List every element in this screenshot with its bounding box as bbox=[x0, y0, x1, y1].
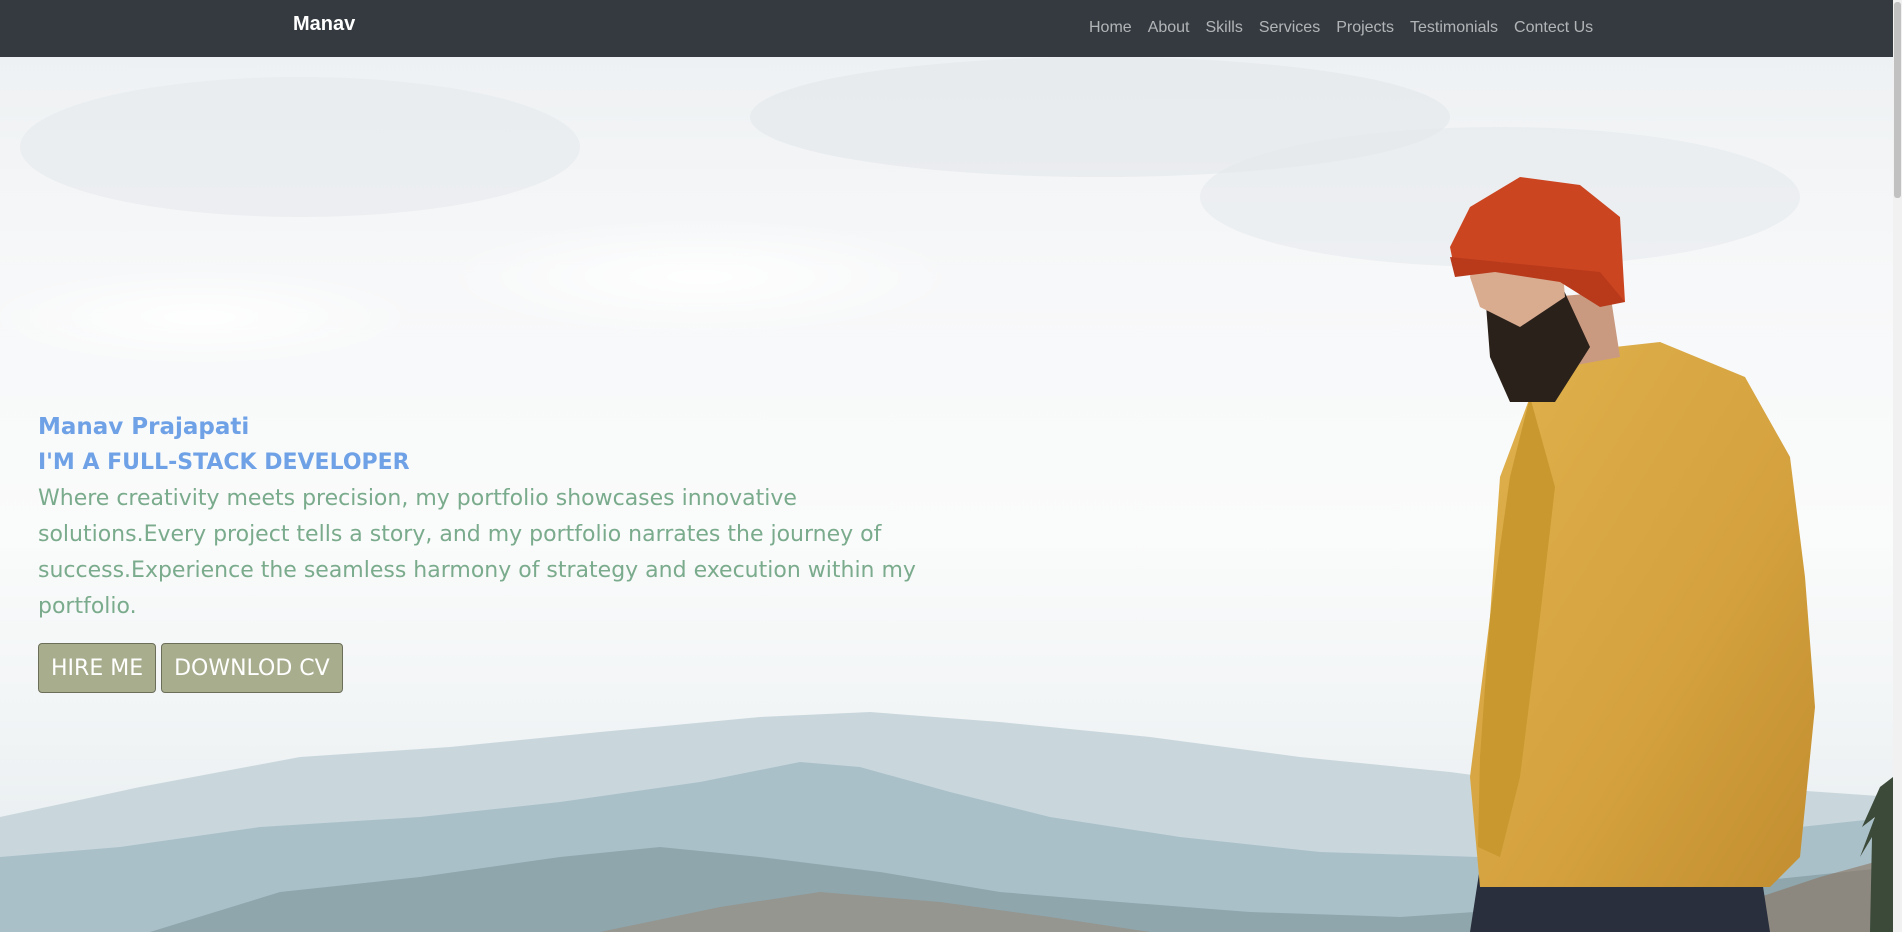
download-cv-button[interactable]: DOWNLOD CV bbox=[161, 643, 343, 693]
nav-link-about[interactable]: About bbox=[1148, 19, 1190, 37]
vertical-scrollbar[interactable] bbox=[1893, 0, 1902, 932]
nav-link-contact[interactable]: Contect Us bbox=[1514, 19, 1593, 37]
hero-description: Where creativity meets precision, my por… bbox=[38, 486, 916, 619]
hero-title: I'M A FULL-STACK DEVELOPER bbox=[38, 450, 410, 475]
hero-section: Manav Prajapati I'M A FULL-STACK DEVELOP… bbox=[0, 57, 1893, 932]
hero-name: Manav Prajapati bbox=[38, 414, 250, 440]
hire-me-button[interactable]: HIRE ME bbox=[38, 643, 157, 693]
nav-link-home[interactable]: Home bbox=[1089, 19, 1132, 37]
nav-link-testimonials[interactable]: Testimonials bbox=[1410, 19, 1498, 37]
nav-links: Home About Skills Services Projects Test… bbox=[1089, 19, 1593, 37]
nav-link-skills[interactable]: Skills bbox=[1206, 19, 1243, 37]
hero-buttons: HIRE ME DOWNLOD CV bbox=[38, 643, 938, 693]
person-figure bbox=[1450, 177, 1815, 932]
nav-link-projects[interactable]: Projects bbox=[1336, 19, 1394, 37]
brand-logo-link[interactable]: Manav bbox=[293, 13, 355, 36]
navbar: Manav Home About Skills Services Project… bbox=[0, 0, 1893, 57]
hero-content: Manav Prajapati I'M A FULL-STACK DEVELOP… bbox=[38, 409, 938, 693]
nav-link-services[interactable]: Services bbox=[1259, 19, 1320, 37]
scrollbar-thumb[interactable] bbox=[1894, 2, 1901, 198]
